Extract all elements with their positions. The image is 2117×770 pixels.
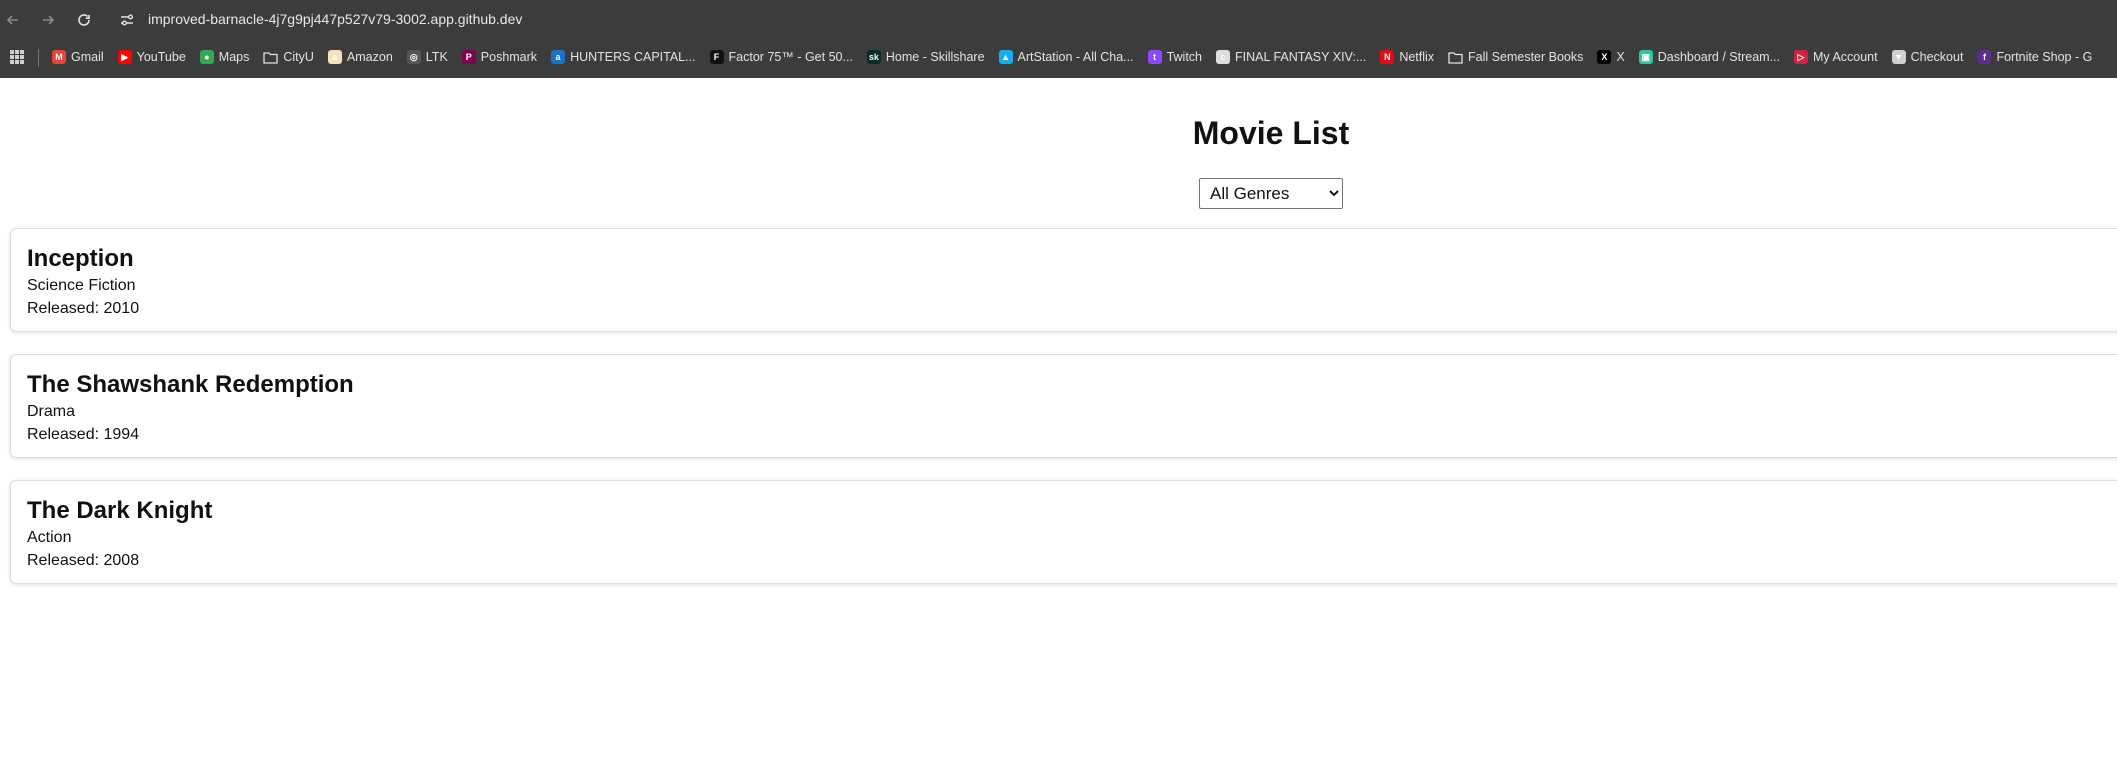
- bookmark-label: Checkout: [1910, 50, 1964, 64]
- bookmarks-divider: [38, 49, 39, 67]
- movie-title: Inception: [27, 245, 134, 272]
- bookmark-label: Gmail: [71, 50, 104, 64]
- netflix-icon: N: [1380, 50, 1395, 64]
- bookmark-label: Fall Semester Books: [1468, 50, 1584, 64]
- bookmark-item[interactable]: a HUNTERS CAPITAL...: [551, 50, 696, 64]
- bookmark-list: M Gmail ▶ YouTube ● Maps CityU a Amazon ◎ LTK P Posh…: [52, 40, 2106, 74]
- gmail-icon: M: [52, 50, 66, 64]
- ltk-icon: ◎: [406, 50, 421, 64]
- site-info-button[interactable]: [118, 11, 136, 29]
- bookmark-item[interactable]: sk Home - Skillshare: [866, 50, 985, 64]
- bookmark-label: Amazon: [346, 50, 393, 64]
- forward-arrow-icon: [43, 15, 55, 25]
- bookmark-label: Netflix: [1399, 50, 1435, 64]
- browser-chrome: improved-barnacle-4j7g9pj447p527v79-3002…: [0, 0, 2117, 78]
- bookmark-item[interactable]: XX: [1597, 50, 1625, 64]
- reload-icon: [78, 14, 90, 26]
- x-icon: X: [1597, 50, 1612, 64]
- bookmark-item[interactable]: a Amazon: [327, 50, 393, 64]
- hunters-capital-icon: a: [551, 50, 566, 64]
- bookmark-item[interactable]: N Netflix: [1380, 50, 1434, 64]
- movie-list-page: Movie List All Genres Inception Science …: [0, 78, 2117, 770]
- youtube-icon: ▶: [117, 50, 132, 64]
- bookmark-item[interactable]: c FINAL FANTASY XIV:...: [1216, 50, 1366, 64]
- bookmark-item[interactable]: CityU: [263, 50, 314, 64]
- bookmark-item[interactable]: ◎ LTK: [406, 50, 448, 64]
- bookmark-label: Maps: [218, 50, 250, 64]
- fortnite-icon: f: [1977, 50, 1992, 64]
- bookmark-label: ArtStation - All Cha...: [1017, 50, 1134, 64]
- bookmark-item[interactable]: ▼ Checkout: [1891, 50, 1964, 64]
- bookmark-label: LTK: [425, 50, 448, 64]
- bookmark-item[interactable]: ▶ YouTube: [117, 50, 186, 64]
- url-text[interactable]: improved-barnacle-4j7g9pj447p527v79-3002…: [148, 11, 522, 27]
- factor-icon: F: [709, 50, 724, 64]
- poshmark-icon: P: [461, 50, 476, 64]
- bookmark-item[interactable]: ▣ Dashboard / Stream...: [1638, 50, 1780, 64]
- bookmark-item[interactable]: P Poshmark: [461, 50, 538, 64]
- bookmark-label: Fortnite Shop - G: [1996, 50, 2093, 64]
- twitch-icon: t: [1147, 50, 1162, 64]
- forward-button[interactable]: [36, 8, 60, 32]
- account-icon: ▷: [1794, 50, 1808, 64]
- bookmark-label: Factor 75™ - Get 50...: [728, 50, 853, 64]
- movie-title: The Dark Knight: [27, 497, 213, 524]
- bookmark-label: YouTube: [136, 50, 186, 64]
- page-title: Movie List: [1192, 115, 1350, 151]
- checkout-icon: ▼: [1891, 50, 1906, 64]
- bookmark-label: Home - Skillshare: [885, 50, 985, 64]
- tune-icon: [121, 14, 133, 26]
- bookmark-label: Twitch: [1166, 50, 1203, 64]
- movie-card: The Dark Knight Action Released: 2008: [10, 480, 2117, 584]
- streamlabs-icon: ▣: [1638, 50, 1653, 64]
- bookmark-item[interactable]: ● Maps: [199, 50, 250, 64]
- movie-title: The Shawshank Redemption: [27, 371, 354, 398]
- skillshare-icon: sk: [866, 50, 881, 64]
- back-arrow-icon: [6, 15, 18, 25]
- bookmark-label: Dashboard / Stream...: [1657, 50, 1780, 64]
- address-bar-row: improved-barnacle-4j7g9pj447p527v79-3002…: [0, 0, 2117, 40]
- genre-filter-select[interactable]: All Genres: [1199, 178, 1343, 209]
- bookmark-label: My Account: [1813, 50, 1878, 64]
- bookmark-item[interactable]: M Gmail: [52, 50, 104, 64]
- bookmark-item[interactable]: ▲ ArtStation - All Cha...: [998, 50, 1134, 64]
- reload-button[interactable]: [72, 8, 96, 32]
- bookmark-label: HUNTERS CAPITAL...: [570, 50, 696, 64]
- movie-release-year: Released: 1994: [27, 426, 140, 443]
- bookmark-label: CityU: [283, 50, 314, 64]
- movie-release-year: Released: 2010: [27, 300, 140, 317]
- bookmark-label: FINAL FANTASY XIV:...: [1235, 50, 1367, 64]
- artstation-icon: ▲: [998, 50, 1013, 64]
- bookmark-item[interactable]: t Twitch: [1147, 50, 1203, 64]
- bookmark-item[interactable]: F Factor 75™ - Get 50...: [709, 50, 853, 64]
- bookmark-item[interactable]: Fall Semester Books: [1448, 50, 1583, 64]
- amazon-icon: a: [327, 50, 342, 64]
- bookmark-label: Poshmark: [480, 50, 538, 64]
- bookmark-label: X: [1616, 50, 1625, 64]
- bookmarks-bar: M Gmail ▶ YouTube ● Maps CityU a Amazon ◎ LTK P Posh…: [0, 40, 2117, 74]
- movie-card: Inception Science Fiction Released: 2010: [10, 228, 2117, 332]
- folder-icon: [263, 50, 279, 64]
- ffxiv-icon: c: [1216, 50, 1231, 64]
- movie-genre: Drama: [27, 403, 76, 420]
- maps-icon: ●: [199, 50, 214, 64]
- bookmark-item[interactable]: f Fortnite Shop - G: [1977, 50, 2092, 64]
- back-button[interactable]: [1, 8, 25, 32]
- movie-genre: Action: [27, 529, 72, 546]
- apps-grid-icon[interactable]: [9, 49, 25, 65]
- movie-release-year: Released: 2008: [27, 552, 140, 569]
- bookmark-item[interactable]: ▷ My Account: [1794, 50, 1878, 64]
- folder-icon: [1448, 50, 1463, 64]
- movie-card: The Shawshank Redemption Drama Released:…: [10, 354, 2117, 458]
- movie-genre: Science Fiction: [27, 277, 136, 294]
